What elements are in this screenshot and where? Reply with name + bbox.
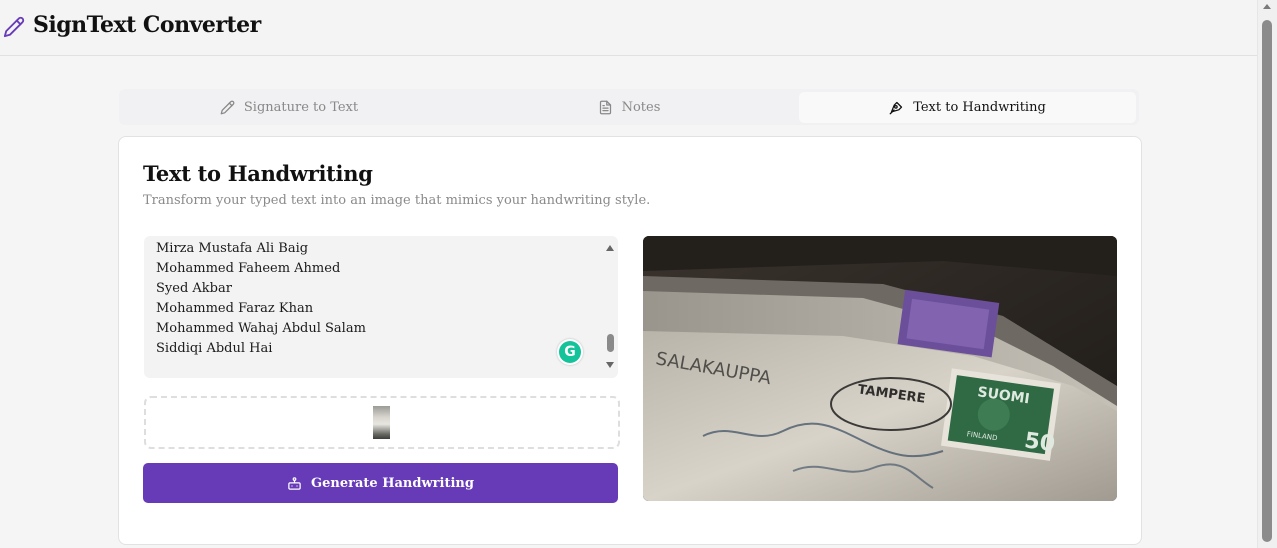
card-title: Text to Handwriting <box>143 161 373 186</box>
scroll-up-icon[interactable] <box>606 245 614 251</box>
document-icon <box>599 100 611 115</box>
stamp-value: 50 <box>1023 428 1057 457</box>
handwriting-preview-image: SUOMI FINLAND 50 TAMPERE SALAKAUPPA <box>643 236 1117 501</box>
text-line: Mohammed Faheem Ahmed <box>156 261 341 276</box>
text-line: Syed Akbar <box>156 281 232 296</box>
grammarly-button[interactable]: G <box>557 339 583 365</box>
scrollbar-thumb[interactable] <box>1262 20 1272 542</box>
text-line: Mohammed Faraz Khan <box>156 301 314 316</box>
scrollbar-thumb[interactable] <box>607 334 614 352</box>
envelope-photo: SUOMI FINLAND 50 TAMPERE SALAKAUPPA <box>643 236 1117 501</box>
tab-label: Notes <box>621 100 661 115</box>
scroll-up-icon[interactable] <box>1263 4 1271 9</box>
text-line: Mirza Mustafa Ali Baig <box>156 241 309 256</box>
button-label: Generate Handwriting <box>311 475 474 491</box>
bot-icon <box>288 476 301 490</box>
text-line: Mohammed Wahaj Abdul Salam <box>156 321 366 336</box>
pen-nib-icon <box>889 101 903 115</box>
textarea-scrollbar[interactable] <box>602 236 618 378</box>
handwriting-card: Text to Handwriting Transform your typed… <box>118 136 1142 545</box>
tab-bar: Signature to Text Notes Text to Handwrit… <box>119 89 1139 125</box>
green-stamp: SUOMI FINLAND 50 <box>940 368 1061 461</box>
app-title: SignText Converter <box>33 12 261 38</box>
text-line: Siddiqi Abdul Hai <box>156 341 273 356</box>
scroll-down-icon[interactable] <box>606 362 614 368</box>
tab-signature-to-text[interactable]: Signature to Text <box>119 92 459 123</box>
tab-label: Text to Handwriting <box>913 100 1046 115</box>
tab-label: Signature to Text <box>243 100 359 115</box>
card-subtitle: Transform your typed text into an image … <box>143 193 651 208</box>
grammarly-icon: G <box>559 341 581 363</box>
page-scrollbar[interactable] <box>1257 0 1277 548</box>
image-upload-dropzone[interactable] <box>144 396 620 449</box>
pencil-icon <box>3 16 25 38</box>
uploaded-image-thumbnail <box>373 406 390 439</box>
generate-handwriting-button[interactable]: Generate Handwriting <box>143 463 618 503</box>
pencil-icon <box>220 100 235 115</box>
text-input[interactable]: Mirza Mustafa Ali Baig Mohammed Faheem A… <box>144 236 618 378</box>
tab-text-to-handwriting[interactable]: Text to Handwriting <box>799 92 1136 123</box>
app-header: SignText Converter <box>0 0 1258 56</box>
tab-notes[interactable]: Notes <box>459 92 799 123</box>
text-lines: Mirza Mustafa Ali Baig Mohammed Faheem A… <box>156 239 366 359</box>
